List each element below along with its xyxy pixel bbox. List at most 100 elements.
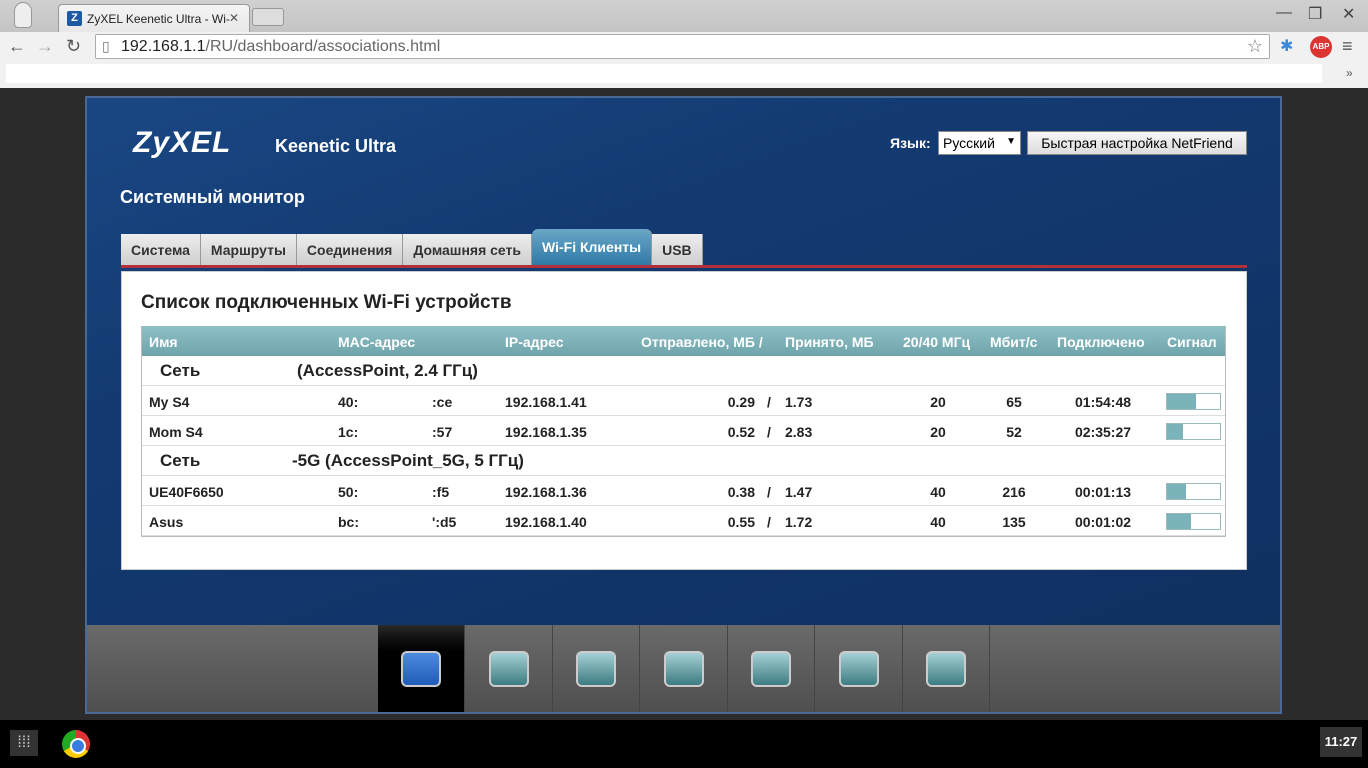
mac-end: :57 bbox=[432, 424, 453, 440]
received-mb: 1.73 bbox=[785, 394, 813, 410]
connected-time: 01:54:48 bbox=[1075, 394, 1132, 410]
mac-start: 1c: bbox=[338, 424, 359, 440]
adblock-icon[interactable]: ABP bbox=[1310, 36, 1332, 58]
nav-security-shield[interactable] bbox=[728, 625, 815, 712]
language-label: Язык: bbox=[890, 135, 931, 151]
forward-icon[interactable]: → bbox=[36, 36, 54, 57]
restore-button[interactable]: ❐ bbox=[1308, 4, 1322, 24]
col-bandwidth: 20/40 МГц bbox=[903, 334, 971, 350]
separator: / bbox=[767, 484, 771, 500]
language-value: Русский bbox=[943, 135, 995, 151]
nav-system-gear[interactable] bbox=[816, 625, 903, 712]
close-window-button[interactable]: ✕ bbox=[1342, 4, 1355, 24]
rate: 65 bbox=[1006, 394, 1022, 410]
bookmark-star-icon[interactable]: ☆ bbox=[1247, 36, 1263, 57]
app-launcher-icon[interactable]: ⁞⁞⁞ bbox=[10, 730, 38, 756]
tab-system[interactable]: Система bbox=[121, 234, 201, 265]
nav-wifi-signal[interactable] bbox=[641, 625, 728, 712]
client-row: My S4 40: :ce 192.168.1.41 0.29 / 1.73 2… bbox=[142, 386, 1225, 416]
separator: / bbox=[767, 514, 771, 530]
nav-internet-globe[interactable] bbox=[466, 625, 553, 712]
system-gear-icon bbox=[838, 650, 879, 687]
sent-mb: 0.52 bbox=[727, 424, 755, 440]
extension-icon[interactable]: ✱ bbox=[1280, 36, 1302, 58]
connected-time: 00:01:02 bbox=[1075, 514, 1132, 530]
back-icon[interactable]: ← bbox=[8, 36, 26, 57]
tab-title: ZyXEL Keenetic Ultra - Wi- bbox=[87, 12, 230, 26]
mac-start: bc: bbox=[338, 514, 359, 530]
col-connected: Подключено bbox=[1057, 334, 1145, 350]
bandwidth: 40 bbox=[930, 484, 946, 500]
home-network-icon bbox=[576, 650, 616, 687]
url-path: /RU/dashboard/associations.html bbox=[205, 38, 441, 55]
tab-routes[interactable]: Маршруты bbox=[200, 234, 297, 265]
new-tab-button[interactable] bbox=[252, 8, 284, 26]
bookmarks-area bbox=[6, 64, 1322, 83]
signal-fill bbox=[1167, 394, 1197, 409]
nav-apps-grid[interactable] bbox=[903, 625, 990, 712]
section-tabs: Система Маршруты Соединения Домашняя сет… bbox=[121, 229, 703, 265]
col-sent: Отправлено, МБ / bbox=[641, 334, 763, 350]
model-name: Keenetic Ultra bbox=[275, 136, 397, 156]
nav-monitor[interactable] bbox=[378, 625, 465, 712]
page-title: Системный монитор bbox=[120, 187, 305, 207]
more-bookmarks-icon[interactable]: » bbox=[1346, 66, 1353, 80]
profile-icon[interactable] bbox=[14, 2, 32, 28]
nav-home-network[interactable] bbox=[553, 625, 640, 712]
wifi-clients-table: Имя MAC-адрес IP-адрес Отправлено, МБ / … bbox=[141, 326, 1226, 537]
table-header: Имя MAC-адрес IP-адрес Отправлено, МБ / … bbox=[142, 326, 1225, 356]
wifi-signal-icon bbox=[663, 650, 704, 687]
address-bar[interactable]: ▯ 192.168.1.1/RU/dashboard/associations.h… bbox=[95, 34, 1270, 59]
ip-address: 192.168.1.35 bbox=[505, 424, 587, 440]
connected-time: 02:35:27 bbox=[1075, 424, 1132, 440]
signal-bar bbox=[1166, 483, 1221, 500]
signal-bar bbox=[1166, 513, 1221, 530]
browser-tab[interactable]: Z ZyXEL Keenetic Ultra - Wi- ✕ bbox=[58, 4, 250, 32]
netfriend-button[interactable]: Быстрая настройка NetFriend bbox=[1027, 131, 1247, 155]
col-received: Принято, МБ bbox=[785, 334, 874, 350]
sent-mb: 0.29 bbox=[727, 394, 755, 410]
mac-end: :f5 bbox=[432, 484, 450, 500]
signal-fill bbox=[1167, 514, 1191, 529]
panel-title: Список подключенных Wi-Fi устройств bbox=[141, 292, 512, 313]
client-name: UE40F6650 bbox=[149, 484, 224, 500]
network-group-row: Сеть -5G (AccessPoint_5G, 5 ГГц) bbox=[142, 446, 1225, 476]
mac-end: :ce bbox=[432, 394, 453, 410]
tab-usb[interactable]: USB bbox=[652, 234, 703, 265]
taskbar bbox=[0, 720, 1368, 768]
group-ssid: -5G (AccessPoint_5G, 5 ГГц) bbox=[292, 451, 524, 470]
sent-mb: 0.55 bbox=[727, 514, 755, 530]
tab-close-icon[interactable]: ✕ bbox=[229, 11, 239, 25]
sent-mb: 0.38 bbox=[727, 484, 755, 500]
separator: / bbox=[767, 424, 771, 440]
reload-icon[interactable]: ↻ bbox=[66, 36, 81, 57]
apps-grid-icon bbox=[926, 650, 966, 687]
mac-end: ':d5 bbox=[432, 514, 457, 530]
mac-start: 40: bbox=[338, 394, 359, 410]
rate: 216 bbox=[1002, 484, 1026, 500]
rate: 135 bbox=[1002, 514, 1026, 530]
group-label: Сеть bbox=[160, 451, 201, 470]
col-mac: MAC-адрес bbox=[338, 334, 416, 350]
tab-connections[interactable]: Соединения bbox=[296, 234, 404, 265]
separator: / bbox=[767, 394, 771, 410]
client-name: My S4 bbox=[149, 394, 190, 410]
signal-fill bbox=[1167, 424, 1183, 439]
bandwidth: 20 bbox=[930, 424, 946, 440]
menu-icon[interactable]: ≡ bbox=[1342, 36, 1353, 57]
page-icon: ▯ bbox=[102, 38, 110, 54]
language-select[interactable]: Русский ▼ bbox=[938, 131, 1021, 155]
chrome-icon[interactable] bbox=[62, 730, 90, 758]
rate: 52 bbox=[1006, 424, 1022, 440]
network-group-row: Сеть (AccessPoint, 2.4 ГГц) bbox=[142, 356, 1225, 386]
col-name: Имя bbox=[149, 334, 178, 350]
minimize-button[interactable]: — bbox=[1276, 4, 1292, 22]
url-host: 192.168.1.1 bbox=[121, 38, 206, 55]
col-ip: IP-адрес bbox=[505, 334, 564, 350]
tab-wifi-clients[interactable]: Wi-Fi Клиенты bbox=[532, 229, 653, 265]
security-shield-icon bbox=[751, 650, 791, 687]
zyxel-logo: ZyXEL bbox=[133, 126, 232, 159]
signal-bar bbox=[1166, 393, 1221, 410]
client-row: Mom S4 1c: :57 192.168.1.35 0.52 / 2.83 … bbox=[142, 416, 1225, 446]
tab-home-network[interactable]: Домашняя сеть bbox=[403, 234, 533, 265]
